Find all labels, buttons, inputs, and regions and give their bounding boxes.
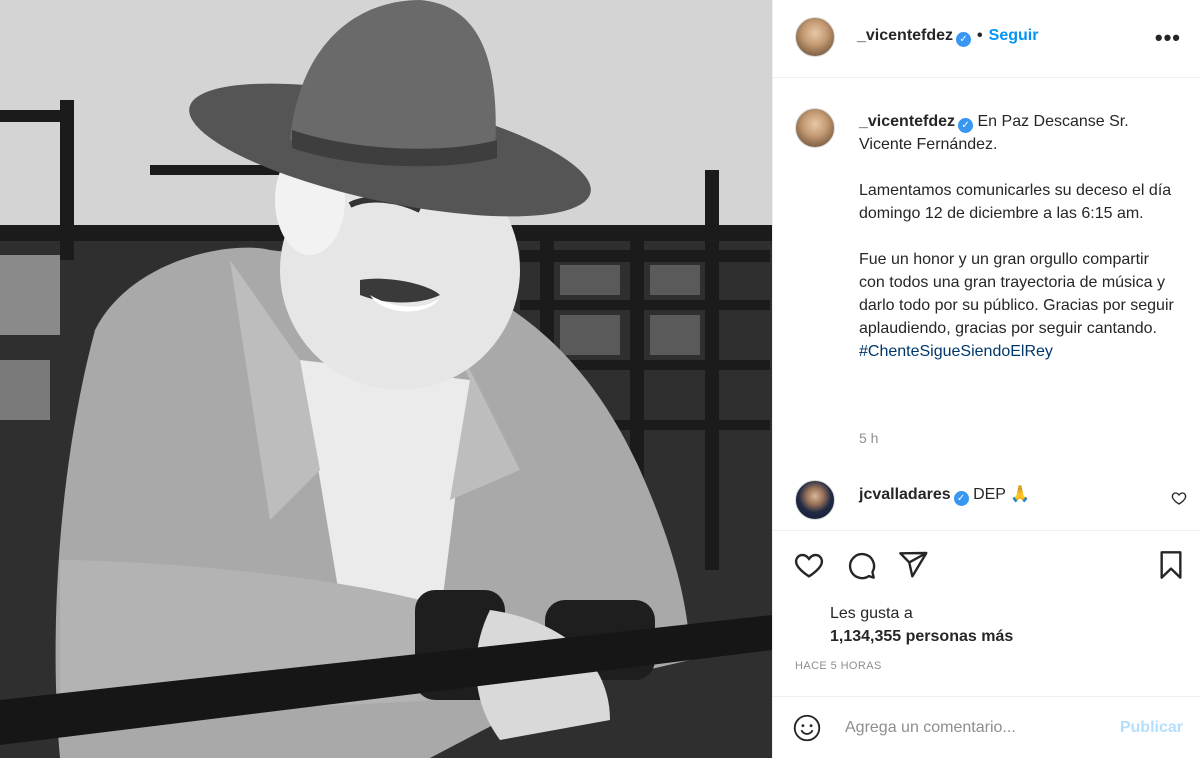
- commenter-username[interactable]: jcvalladares: [859, 486, 951, 503]
- post-actions: Les gusta a 1,134,355 personas más HACE …: [773, 530, 1200, 700]
- caption-text: _vicentefdez ✓ En Paz Descanse Sr. Vicent…: [859, 110, 1179, 363]
- caption-block: _vicentefdez ✓ En Paz Descanse Sr. Vicent…: [773, 78, 1200, 468]
- separator-dot: •: [977, 27, 983, 44]
- more-options-icon[interactable]: •••: [1155, 25, 1181, 51]
- caption-author-username[interactable]: _vicentefdez: [859, 113, 955, 130]
- likes-intro: Les gusta a: [830, 605, 913, 622]
- caption-paragraph-3: Fue un honor y un gran orgullo compartir…: [859, 251, 1174, 337]
- comment-text: DEP: [973, 486, 1006, 503]
- comment-like-heart-icon[interactable]: [1171, 490, 1187, 506]
- verified-badge-icon: ✓: [953, 491, 969, 506]
- add-comment-bar: Publicar: [773, 696, 1200, 758]
- author-username[interactable]: _vicentefdez: [857, 27, 953, 44]
- comment-icon[interactable]: [845, 549, 877, 581]
- hashtag-link[interactable]: #ChenteSigueSiendoElRey: [859, 343, 1053, 360]
- post-panel: _vicentefdez ✓ • Seguir ••• _vicentefdez ✓ E…: [772, 0, 1200, 758]
- caption-author-avatar[interactable]: [795, 108, 835, 148]
- verified-badge-icon: ✓: [958, 118, 974, 133]
- verified-badge-icon: ✓: [956, 32, 972, 47]
- heart-icon[interactable]: [793, 549, 825, 581]
- caption-time[interactable]: 5 h: [859, 430, 878, 446]
- comment-row: jcvalladares ✓ DEP 🙏: [773, 468, 1200, 530]
- author-line: _vicentefdez ✓ • Seguir: [857, 27, 1038, 47]
- post-header: _vicentefdez ✓ • Seguir •••: [773, 0, 1200, 78]
- author-avatar[interactable]: [795, 17, 835, 57]
- post-timestamp[interactable]: HACE 5 HORAS: [795, 660, 882, 672]
- follow-button[interactable]: Seguir: [989, 27, 1039, 44]
- post-photo[interactable]: [0, 0, 772, 758]
- comment-text-line: jcvalladares ✓ DEP 🙏: [859, 484, 1030, 506]
- likes-count[interactable]: 1,134,355 personas más: [830, 628, 1013, 646]
- comment-input[interactable]: [845, 717, 1105, 739]
- bookmark-icon[interactable]: [1155, 549, 1187, 581]
- publish-button[interactable]: Publicar: [1120, 719, 1183, 737]
- photo-illustration: [0, 0, 772, 758]
- smiley-icon[interactable]: [793, 714, 821, 742]
- pray-emoji: 🙏: [1010, 486, 1031, 503]
- commenter-avatar[interactable]: [795, 480, 835, 520]
- caption-paragraph-2: Lamentamos comunicarles su deceso el día…: [859, 182, 1172, 222]
- paper-plane-icon[interactable]: [897, 549, 929, 581]
